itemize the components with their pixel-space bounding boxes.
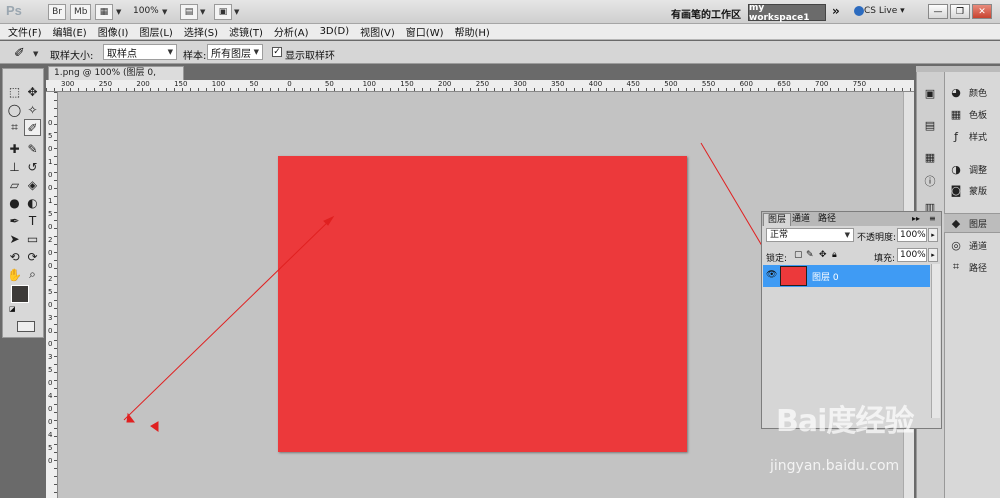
swatches-icon: ▦ — [950, 107, 962, 121]
arrow-marker-icon — [150, 421, 159, 432]
dock-item-paths[interactable]: ⌗ 路径 — [944, 257, 1000, 277]
color-icon: ◕ — [951, 85, 961, 99]
history-icon[interactable]: ▤ — [921, 116, 939, 134]
tab-channels[interactable]: 通道 — [788, 213, 814, 226]
histogram-icon[interactable]: ▦ — [921, 148, 939, 166]
channels-icon: ◎ — [951, 238, 961, 252]
dock-item-swatches[interactable]: ▦ 色板 — [944, 104, 1000, 124]
fill-slider-button[interactable]: ▸ — [928, 248, 938, 262]
tab-paths[interactable]: 路径 — [814, 213, 840, 226]
tab-layers[interactable]: 图层 — [763, 213, 792, 226]
chevron-down-icon: ▼ — [844, 231, 850, 239]
opacity-label: 不透明度: — [857, 233, 897, 243]
dock-item-label: 样式 — [969, 132, 988, 143]
blend-mode-select[interactable]: 正常 ▼ — [766, 228, 854, 242]
layer-name[interactable]: 图层 0 — [812, 270, 839, 283]
masks-icon: ◙ — [950, 183, 962, 197]
layers-icon: ◆ — [951, 216, 961, 230]
dock-item-label: 色板 — [969, 110, 988, 121]
arrow-line — [123, 217, 333, 421]
lock-position-icon[interactable]: ✥ — [819, 250, 827, 260]
blend-mode-value: 正常 — [770, 230, 789, 240]
lock-image-icon[interactable]: ✎ — [806, 250, 814, 260]
dock-item-label: 调整 — [969, 165, 988, 176]
dock-item-adjustments[interactable]: ◑ 调整 — [944, 159, 1000, 179]
dock-item-color[interactable]: ◕ 颜色 — [944, 82, 1000, 102]
dock-header[interactable] — [916, 66, 1000, 72]
panel-collapse-icon[interactable]: ▸▸ — [912, 214, 920, 223]
opacity-slider-button[interactable]: ▸ — [928, 228, 938, 242]
dock-item-label: 蒙版 — [969, 186, 988, 197]
dock-item-channels[interactable]: ◎ 通道 — [944, 235, 1000, 255]
lock-all-icon[interactable]: 🔒︎ — [832, 250, 837, 260]
adjustments-icon: ◑ — [951, 162, 961, 176]
opacity-input[interactable]: 100% — [897, 228, 927, 242]
dock-item-layers[interactable]: ◆ 图层 — [944, 213, 1000, 233]
layer-thumbnail[interactable] — [780, 266, 807, 286]
layers-scrollbar[interactable] — [931, 264, 940, 418]
visibility-eye-icon[interactable]: 👁︎ — [766, 270, 777, 280]
paths-icon: ⌗ — [952, 260, 960, 273]
dock-item-masks[interactable]: ◙ 蒙版 — [944, 180, 1000, 200]
dock-item-label: 图层 — [969, 219, 988, 230]
baidu-watermark-logo: Bai度经验 — [776, 404, 914, 439]
fill-label: 填充: — [874, 254, 896, 264]
styles-icon: ƒ — [954, 129, 958, 143]
dock-item-label: 颜色 — [969, 88, 988, 99]
fill-input[interactable]: 100% — [897, 248, 927, 262]
lock-label: 锁定: — [766, 254, 788, 264]
arrow-marker-icon — [126, 412, 135, 423]
dock-item-styles[interactable]: ƒ 样式 — [944, 126, 1000, 146]
baidu-watermark-url: jingyan.baidu.com — [770, 458, 900, 474]
info-icon[interactable]: ⓘ — [921, 172, 939, 190]
dock-item-label: 路径 — [969, 263, 988, 274]
panel-menu-icon[interactable]: ≡ — [929, 214, 936, 223]
lock-transparent-icon[interactable]: ▢ — [794, 250, 803, 260]
mini-bridge-icon[interactable]: ▣ — [921, 84, 939, 102]
dock-item-label: 通道 — [969, 241, 988, 252]
